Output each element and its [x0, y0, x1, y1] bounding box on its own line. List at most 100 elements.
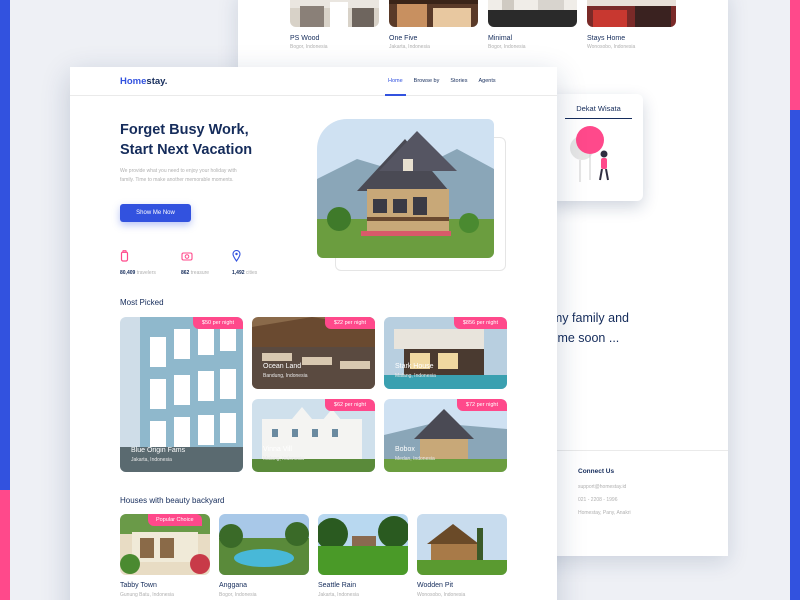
logo-part-home: Home	[120, 76, 147, 87]
property-name: Vinna Vill	[263, 446, 292, 453]
nav-link-agents[interactable]: Agents	[478, 78, 495, 84]
stay-name: Minimal	[488, 35, 513, 42]
property-name: Bobox	[395, 446, 415, 453]
property-location: Gunung Batu, Indonesia	[120, 592, 174, 598]
hero-house-image	[317, 119, 494, 258]
traveler-icon	[120, 250, 129, 262]
stay-thumbnail	[389, 0, 478, 27]
nav-links: Home Browse by Stories Agents	[385, 78, 507, 96]
property-location: Medan, Indonesia	[395, 456, 435, 462]
stay-location: Jakarta, Indonesia	[389, 44, 430, 50]
stay-location: Bogor, Indonesia	[488, 44, 526, 50]
property-location: Bogor, Indonesia	[219, 592, 257, 598]
nearby-attractions-card[interactable]: Dekat Wisata	[550, 94, 643, 201]
most-picked-card[interactable]: $856 per night Stark House Malang, Indon…	[384, 317, 507, 389]
property-image: Popular Choice	[120, 514, 210, 575]
stay-location: Bogor, Indonesia	[290, 44, 328, 50]
most-picked-title: Most Picked	[120, 298, 164, 307]
stat-cities: 1,492 cities	[232, 249, 257, 276]
stay-name: One Five	[389, 35, 418, 42]
backyard-section-title: Houses with beauty backyard	[120, 496, 225, 505]
most-picked-card[interactable]: $62 per night Vinna Vill Malang, Indones…	[252, 399, 375, 472]
left-accent-strip-pink	[0, 490, 10, 600]
property-name: Anggana	[219, 582, 248, 589]
popular-choice-badge: Popular Choice	[148, 514, 202, 526]
stay-location: Wonosobo, Indonesia	[587, 44, 636, 50]
stat-label: treasure	[190, 270, 210, 276]
property-name: Blue Origin Fams	[131, 447, 186, 454]
connect-address: Homestay, Pany, Anakri	[578, 510, 631, 516]
property-location: Jakarta, Indonesia	[318, 592, 359, 598]
testimonial-line: th my family and	[538, 311, 630, 325]
hero-description: We provide what you need to enjoy your h…	[120, 168, 237, 183]
price-tag: $72 per night	[456, 399, 507, 411]
connect-us-title: Connect Us	[578, 468, 615, 475]
stay-name: PS Wood	[290, 35, 320, 42]
testimonial-line: xt time soon ...	[538, 331, 620, 345]
stat-value: 1,492	[232, 270, 245, 276]
property-location: Wonosobo, Indonesia	[417, 592, 466, 598]
stay-thumbnail	[587, 0, 676, 27]
hero-title: Forget Busy Work, Start Next Vacation	[120, 120, 252, 160]
property-image	[417, 514, 507, 575]
show-me-now-button[interactable]: Show Me Now	[120, 204, 191, 222]
property-location: Bandung, Indonesia	[263, 373, 308, 379]
testimonial-quote: th my family and xt time soon ...	[538, 308, 728, 348]
hero-title-line: Forget Busy Work,	[120, 122, 249, 138]
right-accent-strip-pink	[790, 0, 800, 110]
connect-phone[interactable]: 021 - 2208 - 1996	[578, 497, 631, 503]
property-name: Tabby Town	[120, 582, 157, 589]
backyard-card[interactable]: Wodden Pit Wonosobo, Indonesia	[417, 514, 507, 598]
stay-card[interactable]: Stays Home Wonosobo, Indonesia	[587, 0, 676, 50]
price-tag: $856 per night	[453, 317, 507, 329]
stat-label: travelers	[136, 270, 156, 276]
stay-thumbnail	[290, 0, 379, 27]
connect-email[interactable]: support@homestay.id	[578, 484, 631, 490]
camera-icon	[181, 252, 193, 261]
stat-treasure: 862 treasure	[181, 249, 209, 276]
backyard-card[interactable]: Anggana Bogor, Indonesia	[219, 514, 309, 598]
property-image	[219, 514, 309, 575]
stay-card[interactable]: PS Wood Bogor, Indonesia	[290, 0, 379, 50]
stay-name: Stays Home	[587, 35, 626, 42]
left-accent-strip-blue	[0, 0, 10, 490]
property-image	[318, 514, 408, 575]
price-tag: $62 per night	[324, 399, 375, 411]
most-picked-card[interactable]: $22 per night Ocean Land Bandung, Indone…	[252, 317, 375, 389]
nav-link-stories[interactable]: Stories	[450, 78, 467, 84]
property-location: Malang, Indonesia	[395, 373, 436, 379]
top-navbar: Homestay. Home Browse by Stories Agents	[70, 67, 557, 96]
stay-card[interactable]: Minimal Bogor, Indonesia	[488, 0, 577, 50]
most-picked-card[interactable]: $72 per night Bobox Medan, Indonesia	[384, 399, 507, 472]
stat-label: cities	[245, 270, 258, 276]
brand-logo[interactable]: Homestay.	[120, 76, 167, 87]
property-name: Wodden Pit	[417, 582, 454, 589]
price-tag: $22 per night	[324, 317, 375, 329]
backyard-card[interactable]: Popular Choice Tabby Town Gunung Batu, I…	[120, 514, 210, 598]
property-location: Jakarta, Indonesia	[131, 457, 172, 463]
hero-title-line: Start Next Vacation	[120, 142, 253, 158]
most-picked-card[interactable]: $50 per night Blue Origin Fams Jakarta, …	[120, 317, 243, 472]
traveler-illustration	[570, 126, 609, 182]
logo-part-stay: stay.	[146, 76, 168, 87]
stay-card[interactable]: One Five Jakarta, Indonesia	[389, 0, 478, 50]
nav-link-home[interactable]: Home	[385, 78, 406, 96]
location-pin-icon	[232, 249, 241, 262]
stay-thumbnail	[488, 0, 577, 27]
stat-value: 80,409	[120, 270, 136, 276]
price-tag: $50 per night	[192, 317, 243, 329]
stat-travelers: 80,409 travelers	[120, 249, 156, 276]
stat-value: 862	[181, 270, 190, 276]
property-name: Ocean Land	[263, 363, 302, 370]
stays-row: PS Wood Bogor, Indonesia One Five Jakart…	[290, 0, 676, 50]
right-accent-strip-blue	[790, 110, 800, 600]
main-page: Homestay. Home Browse by Stories Agents …	[70, 67, 557, 600]
property-location: Malang, Indonesia	[263, 456, 304, 462]
nav-link-browse-by[interactable]: Browse by	[414, 78, 440, 84]
backyard-card[interactable]: Seattle Rain Jakarta, Indonesia	[318, 514, 408, 598]
card-title: Dekat Wisata	[565, 104, 632, 119]
property-name: Stark House	[395, 363, 434, 370]
connect-us-section: Connect Us support@homestay.id 021 - 220…	[578, 468, 631, 523]
property-name: Seattle Rain	[318, 582, 357, 589]
footer-divider	[548, 450, 728, 451]
